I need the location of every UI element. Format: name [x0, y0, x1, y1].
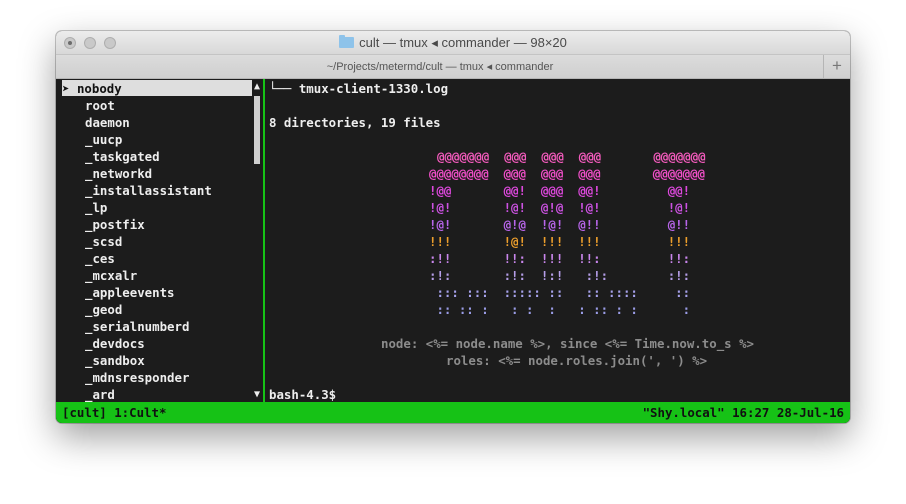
ascii-art-line: @@@@@@@@ @@@ @@@ @@@ @@@@@@@ — [429, 166, 706, 181]
terminal-area[interactable]: ➤ nobody root daemon _uucp _taskgated _n… — [56, 79, 850, 423]
title-bar[interactable]: cult — tmux ◂ commander — 98×20 — [56, 31, 850, 55]
list-item[interactable]: _networkd — [85, 165, 152, 182]
scrollbar-thumb[interactable] — [254, 96, 260, 164]
list-item-selected[interactable]: ➤ nobody — [62, 80, 122, 97]
list-item[interactable]: _serialnumberd — [85, 318, 189, 335]
list-item[interactable]: daemon — [85, 114, 130, 131]
selected-arrow-icon: ➤ — [62, 81, 70, 96]
list-item[interactable]: root — [85, 97, 115, 114]
list-item[interactable]: _scsd — [85, 233, 122, 250]
ascii-art-line: !@! !@! @!@ !@! !@! — [429, 200, 691, 215]
tab-bar: ~/Projects/metermd/cult — tmux ◂ command… — [56, 55, 850, 79]
host-time-label: "Shy.local" 16:27 28-Jul-16 — [642, 405, 844, 420]
list-item[interactable]: _installassistant — [85, 182, 212, 199]
template-info-line: node: <%= node.name %>, since <%= Time.n… — [381, 336, 754, 351]
list-item[interactable]: _appleevents — [85, 284, 175, 301]
ascii-art-line: !@@ @@! @@@ @@! @@! — [429, 183, 691, 198]
new-tab-button[interactable]: + — [823, 55, 850, 78]
tmux-status-bar: [cult] 1:Cult* "Shy.local" 16:27 28-Jul-… — [56, 402, 850, 423]
list-item[interactable]: _mcxalr — [85, 267, 137, 284]
scroll-up-icon[interactable]: ▲ — [252, 80, 262, 94]
list-item[interactable]: _lp — [85, 199, 107, 216]
pane-divider[interactable] — [263, 79, 265, 402]
list-item[interactable]: _postfix — [85, 216, 145, 233]
ascii-art-line: !!! !@! !!! !!! !!! — [429, 234, 691, 249]
list-item[interactable]: _mdnsresponder — [85, 369, 189, 386]
list-item[interactable]: _devdocs — [85, 335, 145, 352]
user-list-pane[interactable]: ➤ nobody root daemon _uucp _taskgated _n… — [56, 79, 262, 402]
list-item[interactable]: _ard — [85, 386, 115, 403]
list-item[interactable]: _ces — [85, 250, 115, 267]
shell-pane[interactable]: └── tmux-client-1330.log 8 directories, … — [269, 79, 850, 402]
list-item[interactable]: _geod — [85, 301, 122, 318]
window-title: cult — tmux ◂ commander — 98×20 — [359, 35, 567, 50]
terminal-window: cult — tmux ◂ commander — 98×20 ~/Projec… — [56, 31, 850, 423]
ascii-art-line: @@@@@@@ @@@ @@@ @@@ @@@@@@@ — [437, 149, 706, 164]
shell-prompt[interactable]: bash-4.3$ — [269, 386, 336, 403]
window-title-wrap: cult — tmux ◂ commander — 98×20 — [56, 35, 850, 51]
tree-output-line: └── tmux-client-1330.log — [269, 81, 449, 96]
tree-summary: 8 directories, 19 files — [269, 115, 441, 130]
ascii-art-line: :: :: : : : : : :: : : : — [429, 302, 691, 317]
session-window-label[interactable]: [cult] 1:Cult* — [62, 402, 166, 423]
ascii-art-line: !@! @!@ !@! @!! @!! — [429, 217, 691, 232]
ascii-art-line: :!! !!: !!! !!: !!: — [429, 251, 691, 266]
list-item[interactable]: _sandbox — [85, 352, 145, 369]
list-item-label: nobody — [76, 81, 122, 96]
list-scrollbar[interactable]: ▲ ▼ — [252, 80, 262, 402]
ascii-art-line: ::: ::: ::::: :: :: :::: :: — [429, 285, 691, 300]
ascii-art-line: :!: :!: !:! :!: :!: — [429, 268, 691, 283]
tab-title[interactable]: ~/Projects/metermd/cult — tmux ◂ command… — [56, 60, 824, 73]
list-item[interactable]: _uucp — [85, 131, 122, 148]
scroll-down-icon[interactable]: ▼ — [252, 388, 262, 402]
folder-icon — [339, 35, 355, 48]
list-item[interactable]: _taskgated — [85, 148, 160, 165]
template-roles-line: roles: <%= node.roles.join(', ') %> — [446, 353, 708, 368]
